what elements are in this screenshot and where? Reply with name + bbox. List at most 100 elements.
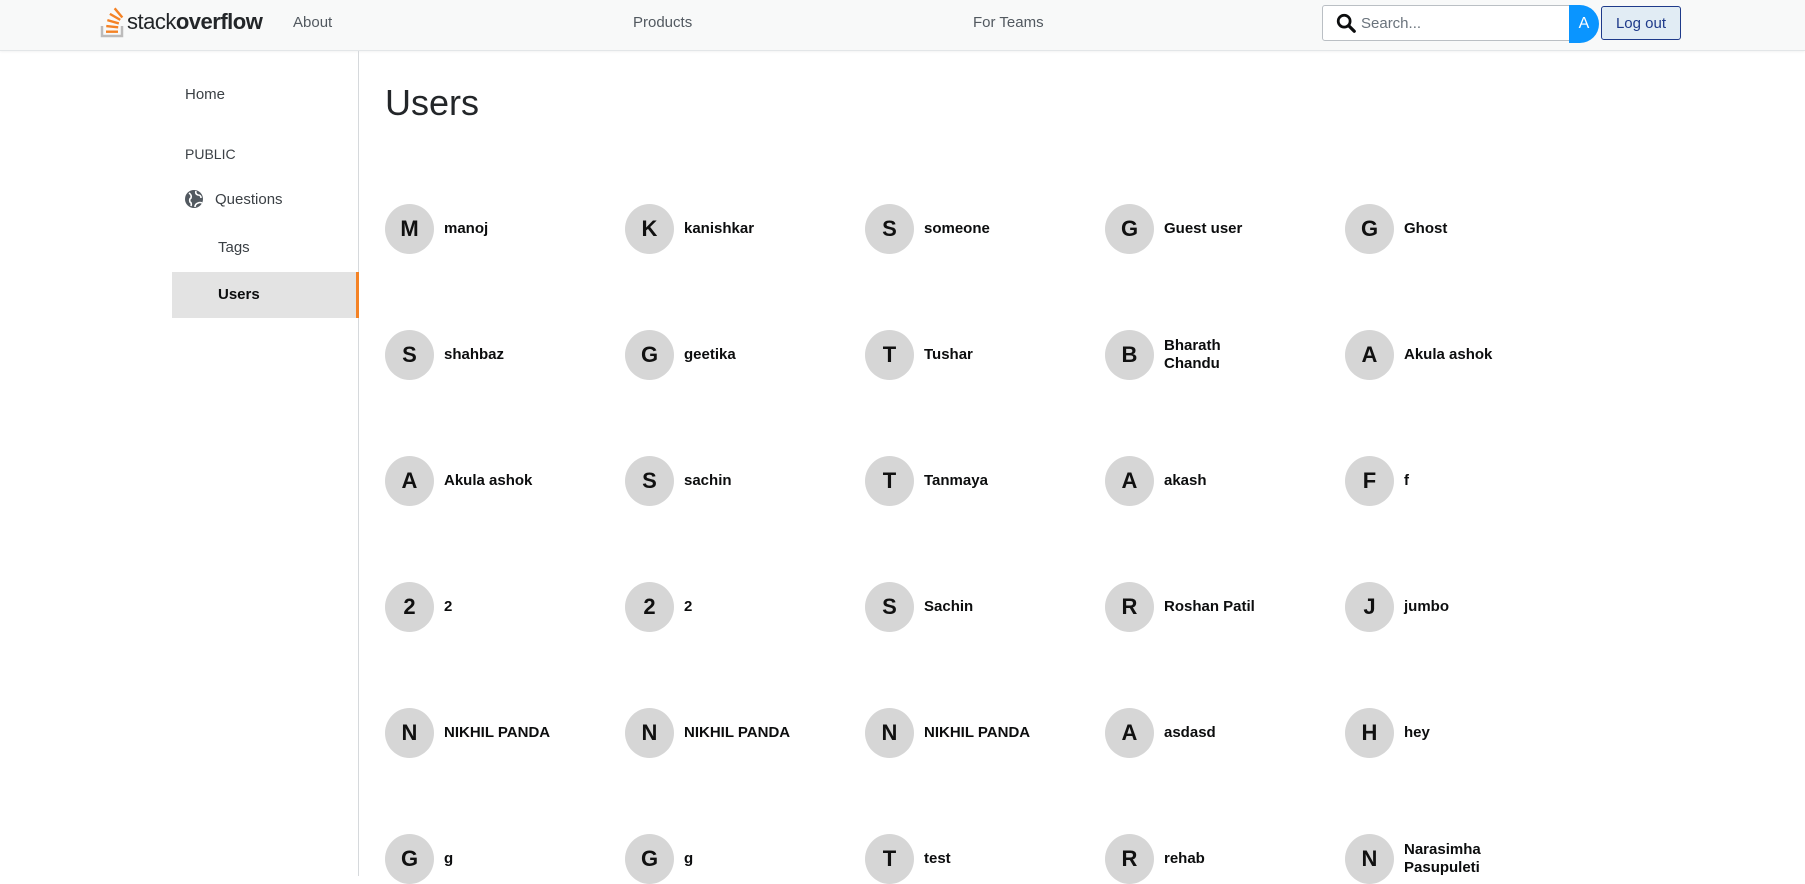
user-name[interactable]: rehab [1164,850,1274,868]
sidebar-item-tags[interactable]: Tags [218,239,250,256]
user-avatar: G [385,834,434,884]
user-name[interactable]: test [924,850,1034,868]
nav-for-teams[interactable]: For Teams [973,14,1044,31]
nav-products[interactable]: Products [633,14,692,31]
user-card[interactable]: T Tushar [865,330,1034,380]
user-avatar: G [625,330,674,380]
user-avatar: A [385,456,434,506]
user-name[interactable]: 2 [684,598,794,616]
user-name[interactable]: akash [1164,472,1274,490]
user-name[interactable]: someone [924,220,1034,238]
user-name[interactable]: 2 [444,598,554,616]
user-name[interactable]: NIKHIL PANDA [924,724,1034,742]
user-card[interactable]: Ssachin [625,456,794,506]
search-icon [1336,13,1356,33]
user-card[interactable]: A Akula ashok [385,456,554,506]
user-card[interactable]: Rrehab [1105,834,1274,884]
search-input[interactable] [1361,14,1561,32]
user-card[interactable]: Aasdasd [1105,708,1274,758]
user-card[interactable]: Mmanoj [385,204,554,254]
sidebar-item-home[interactable]: Home [185,86,225,103]
sidebar-section-public: PUBLIC [185,146,236,162]
user-name[interactable]: Tushar [924,346,1034,364]
user-card[interactable]: N NIKHIL PANDA [385,708,554,758]
user-name[interactable]: Guest user [1164,220,1274,238]
user-avatar: H [1345,708,1394,758]
user-name[interactable]: geetika [684,346,794,364]
user-avatar: T [865,834,914,884]
user-name[interactable]: shahbaz [444,346,554,364]
user-name[interactable]: sachin [684,472,794,490]
logout-button[interactable]: Log out [1601,6,1681,40]
user-name[interactable]: Akula ashok [444,472,554,490]
user-card[interactable]: Gg [385,834,554,884]
user-card[interactable]: S Sachin [865,582,1034,632]
search-box[interactable] [1322,5,1576,41]
user-name[interactable]: Sachin [924,598,1034,616]
user-avatar: N [385,708,434,758]
sidebar-item-label: Users [218,286,260,303]
user-card[interactable]: Sshahbaz [385,330,554,380]
user-name[interactable]: Ghost [1404,220,1514,238]
user-name[interactable]: jumbo [1404,598,1514,616]
user-card[interactable]: Hhey [1345,708,1514,758]
user-name[interactable]: f [1404,472,1514,490]
user-avatar: A [1105,456,1154,506]
user-card[interactable]: A Akula ashok [1345,330,1514,380]
stackoverflow-logo[interactable]: stackoverflow [100,4,263,40]
user-card[interactable]: 22 [625,582,794,632]
user-avatar: T [865,456,914,506]
user-avatar-button[interactable]: A [1569,5,1599,43]
user-name[interactable]: g [444,850,554,868]
user-avatar: 2 [385,582,434,632]
logo-text: stackoverflow [127,9,263,34]
user-avatar: S [625,456,674,506]
user-name[interactable]: NIKHIL PANDA [684,724,794,742]
user-name[interactable]: Roshan Patil [1164,598,1274,616]
user-avatar: S [865,204,914,254]
user-name[interactable]: Narasimha Pasupuleti [1404,841,1514,877]
user-name[interactable]: Bharath Chandu [1164,337,1274,373]
user-card[interactable]: Jjumbo [1345,582,1514,632]
user-avatar: R [1105,582,1154,632]
user-card[interactable]: Kkanishkar [625,204,794,254]
user-name[interactable]: manoj [444,220,554,238]
user-card[interactable]: Ggeetika [625,330,794,380]
user-avatar: F [1345,456,1394,506]
user-card[interactable]: Ff [1345,456,1514,506]
user-avatar: T [865,330,914,380]
user-name[interactable]: NIKHIL PANDA [444,724,554,742]
user-name[interactable]: kanishkar [684,220,794,238]
user-avatar: M [385,204,434,254]
user-card[interactable]: G Ghost [1345,204,1514,254]
user-avatar: G [1105,204,1154,254]
sidebar-item-questions[interactable]: Questions [184,189,283,209]
user-card[interactable]: Ttest [865,834,1034,884]
user-name[interactable]: asdasd [1164,724,1274,742]
globe-icon [185,190,203,208]
user-name[interactable]: g [684,850,794,868]
user-card[interactable]: N Narasimha Pasupuleti [1345,834,1514,884]
page-title: Users [385,82,480,123]
nav-about[interactable]: About [293,14,332,31]
left-sidebar: Home PUBLIC Questions Tags Users [0,51,359,876]
user-card[interactable]: Gg [625,834,794,884]
sidebar-item-label: Questions [215,190,283,208]
user-avatar: S [385,330,434,380]
user-name[interactable]: Tanmaya [924,472,1034,490]
user-avatar: G [625,834,674,884]
user-name[interactable]: hey [1404,724,1514,742]
user-card[interactable]: N NIKHIL PANDA [865,708,1034,758]
user-card[interactable]: B Bharath Chandu [1105,330,1274,380]
sidebar-item-users[interactable]: Users [172,272,359,318]
user-card[interactable]: T Tanmaya [865,456,1034,506]
user-avatar: G [1345,204,1394,254]
user-card[interactable]: 22 [385,582,554,632]
top-bar: stackoverflow About Products For Teams A… [0,0,1805,51]
user-card[interactable]: Aakash [1105,456,1274,506]
user-card[interactable]: N NIKHIL PANDA [625,708,794,758]
user-card[interactable]: R Roshan Patil [1105,582,1274,632]
user-card[interactable]: G Guest user [1105,204,1274,254]
user-card[interactable]: Ssomeone [865,204,1034,254]
user-name[interactable]: Akula ashok [1404,346,1514,364]
